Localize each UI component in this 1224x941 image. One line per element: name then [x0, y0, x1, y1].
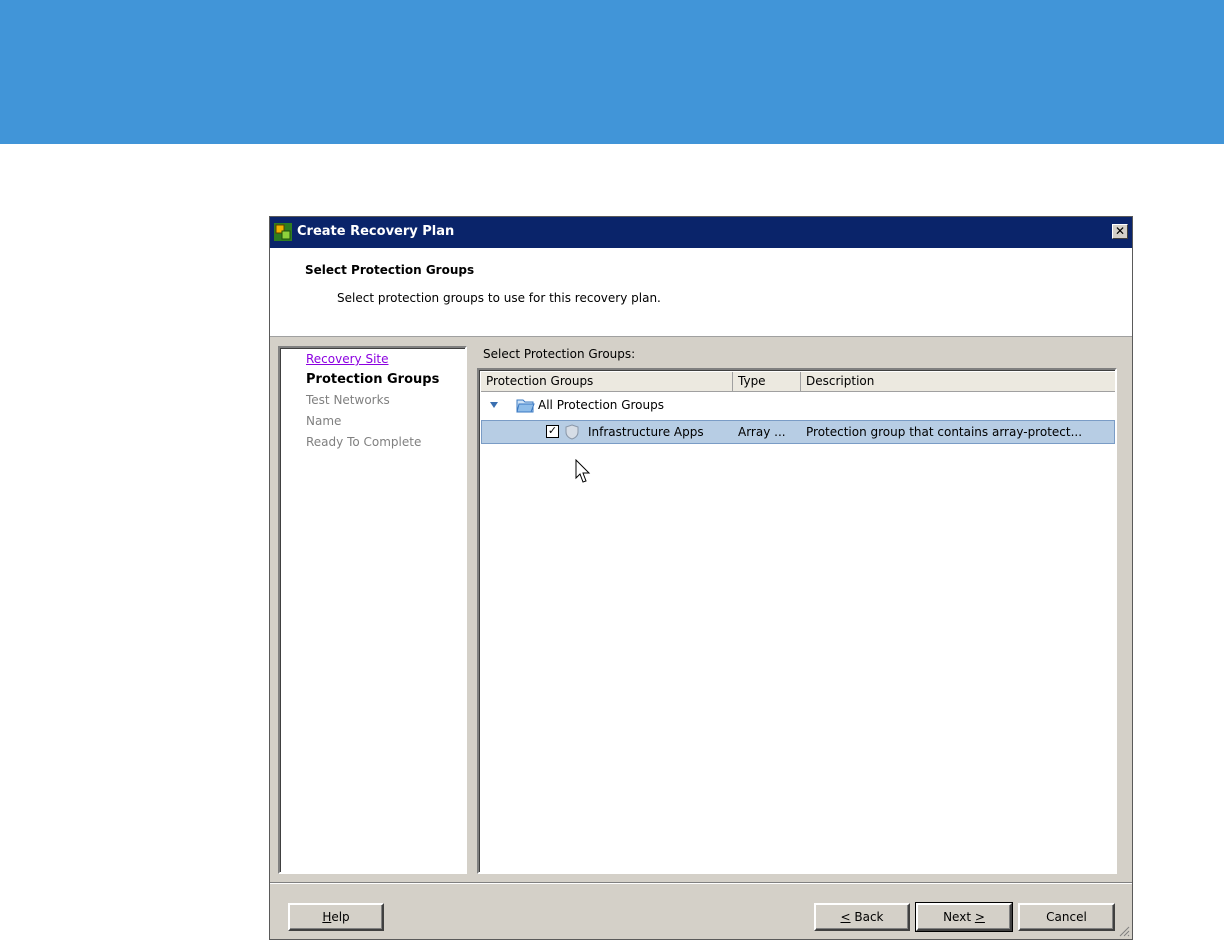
- step-protection-groups: Protection Groups: [306, 372, 440, 387]
- close-icon: ✕: [1114, 224, 1126, 238]
- protection-groups-grid[interactable]: Protection Groups Type Description All P…: [477, 368, 1117, 874]
- srm-app-icon: [274, 223, 292, 241]
- resize-grip-icon[interactable]: [1118, 925, 1130, 937]
- cancel-button[interactable]: Cancel: [1018, 903, 1115, 931]
- column-header-type[interactable]: Type: [733, 372, 801, 392]
- tree-row-label: All Protection Groups: [538, 398, 664, 412]
- wizard-steps-panel: Recovery Site Protection Groups Test Net…: [278, 346, 467, 874]
- tree-row-all-protection-groups[interactable]: All Protection Groups: [481, 394, 1115, 416]
- create-recovery-plan-dialog: Create Recovery Plan ✕ Select Protection…: [269, 216, 1133, 940]
- page-description: Select protection groups to use for this…: [337, 291, 661, 305]
- column-header-protection-groups[interactable]: Protection Groups: [481, 372, 733, 392]
- mouse-cursor-icon: [575, 459, 591, 483]
- page-title: Select Protection Groups: [305, 263, 475, 277]
- expand-arrow-icon[interactable]: [490, 402, 498, 408]
- row-checkbox[interactable]: ✓: [546, 425, 559, 438]
- step-recovery-site[interactable]: Recovery Site: [306, 352, 389, 366]
- step-ready-to-complete: Ready To Complete: [306, 435, 422, 449]
- top-banner: [0, 0, 1224, 144]
- back-button[interactable]: < Back: [814, 903, 910, 931]
- shield-icon: [565, 424, 579, 440]
- wizard-header: Select Protection Groups Select protecti…: [270, 248, 1132, 337]
- step-test-networks: Test Networks: [306, 393, 390, 407]
- protection-groups-label: Select Protection Groups:: [483, 347, 636, 361]
- row-type: Array ...: [738, 425, 786, 439]
- row-description: Protection group that contains array-pro…: [806, 425, 1083, 439]
- step-name: Name: [306, 414, 342, 428]
- window-title: Create Recovery Plan: [297, 224, 455, 239]
- folder-icon: [516, 399, 535, 413]
- table-row[interactable]: ✓ Infrastructure Apps Array ... Protecti…: [481, 420, 1115, 444]
- title-bar[interactable]: Create Recovery Plan ✕: [270, 217, 1132, 248]
- next-button[interactable]: Next >: [915, 902, 1013, 932]
- row-name: Infrastructure Apps: [588, 425, 704, 439]
- column-header-description[interactable]: Description: [801, 372, 1115, 392]
- close-button[interactable]: ✕: [1112, 224, 1128, 239]
- help-button[interactable]: Help: [288, 903, 384, 931]
- footer-divider: [270, 882, 1132, 884]
- checkmark-icon: ✓: [547, 424, 558, 437]
